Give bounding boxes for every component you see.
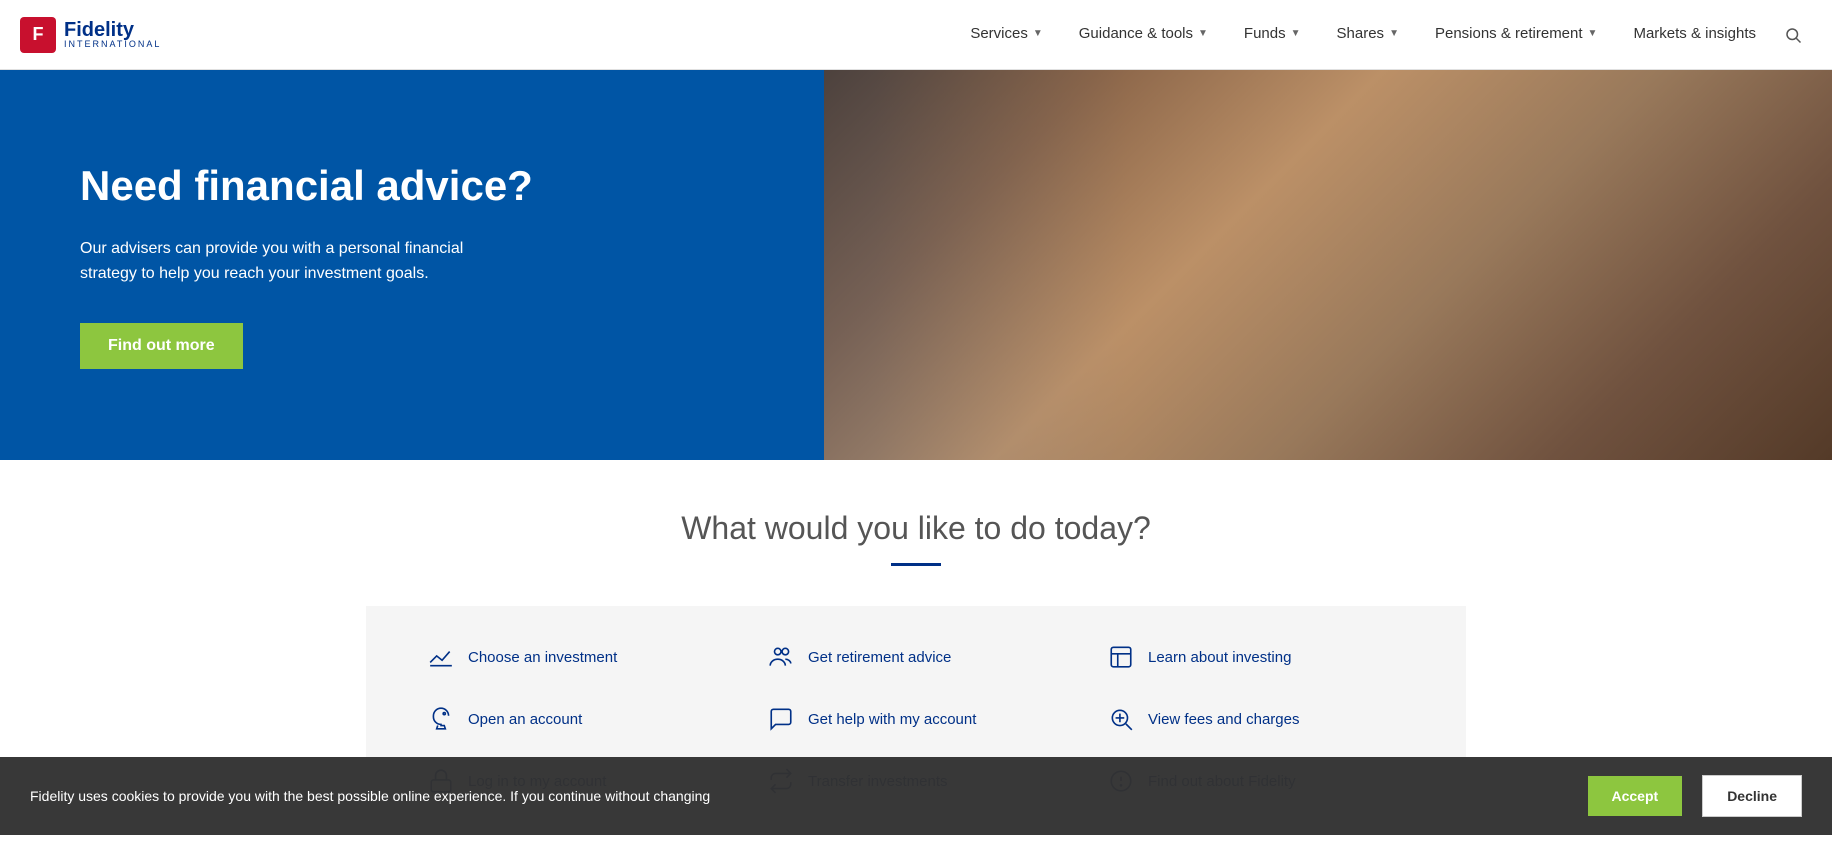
section-title: What would you like to do today? — [20, 510, 1812, 547]
action-item-get-help-account[interactable]: Get help with my account — [746, 688, 1086, 750]
nav-item-pensions[interactable]: Pensions & retirement ▼ — [1417, 0, 1615, 70]
action-item-learn-investing[interactable]: Learn about investing — [1086, 626, 1426, 688]
main-nav: Services▼Guidance & tools▼Funds▼Shares▼P… — [952, 0, 1774, 70]
logo-link[interactable]: F Fidelity INTERNATIONAL — [20, 17, 161, 53]
chevron-icon-services: ▼ — [1033, 28, 1043, 39]
piggy-icon — [426, 706, 456, 732]
cookie-banner: Fidelity uses cookies to provide you wit… — [0, 757, 1832, 835]
logo-icon: F — [20, 17, 56, 53]
cookie-text: Fidelity uses cookies to provide you wit… — [30, 786, 1568, 807]
action-label-open-account: Open an account — [468, 711, 582, 728]
magnify-icon — [1106, 706, 1136, 732]
nav-label-shares: Shares — [1337, 25, 1385, 42]
people-icon — [766, 644, 796, 670]
book-icon — [1106, 644, 1136, 670]
nav-item-services[interactable]: Services ▼ — [952, 0, 1060, 70]
action-label-view-fees: View fees and charges — [1148, 711, 1300, 728]
hero-description: Our advisers can provide you with a pers… — [80, 236, 500, 287]
nav-label-funds: Funds — [1244, 25, 1286, 42]
action-item-choose-investment[interactable]: Choose an investment — [406, 626, 746, 688]
cookie-accept-button[interactable]: Accept — [1588, 776, 1683, 816]
hero-title: Need financial advice? — [80, 161, 928, 211]
hero-content: Need financial advice? Our advisers can … — [0, 70, 1008, 460]
action-label-get-help-account: Get help with my account — [808, 711, 976, 728]
action-item-view-fees[interactable]: View fees and charges — [1086, 688, 1426, 750]
hero-cta-button[interactable]: Find out more — [80, 323, 243, 369]
logo-sub: INTERNATIONAL — [64, 40, 161, 49]
chart-icon — [426, 644, 456, 670]
action-label-learn-investing: Learn about investing — [1148, 649, 1291, 666]
logo-text: Fidelity INTERNATIONAL — [64, 20, 161, 49]
nav-label-guidance-tools: Guidance & tools — [1079, 25, 1193, 42]
action-item-get-retirement-advice[interactable]: Get retirement advice — [746, 626, 1086, 688]
action-item-open-account[interactable]: Open an account — [406, 688, 746, 750]
nav-item-guidance-tools[interactable]: Guidance & tools ▼ — [1061, 0, 1226, 70]
chat-icon — [766, 706, 796, 732]
nav-item-shares[interactable]: Shares ▼ — [1319, 0, 1417, 70]
chevron-icon-guidance-tools: ▼ — [1198, 28, 1208, 39]
header: F Fidelity INTERNATIONAL Services▼Guidan… — [0, 0, 1832, 70]
nav-item-markets[interactable]: Markets & insights — [1615, 0, 1774, 70]
nav-label-markets: Markets & insights — [1633, 25, 1756, 42]
search-button[interactable] — [1774, 0, 1812, 70]
cookie-decline-button[interactable]: Decline — [1702, 775, 1802, 817]
chevron-icon-funds: ▼ — [1291, 28, 1301, 39]
section-divider — [891, 563, 941, 566]
logo-name: Fidelity — [64, 20, 161, 40]
nav-label-services: Services — [970, 25, 1028, 42]
nav-item-funds[interactable]: Funds ▼ — [1226, 0, 1319, 70]
chevron-icon-shares: ▼ — [1389, 28, 1399, 39]
nav-label-pensions: Pensions & retirement — [1435, 25, 1583, 42]
chevron-icon-pensions: ▼ — [1588, 28, 1598, 39]
hero-banner: Need financial advice? Our advisers can … — [0, 70, 1832, 460]
action-label-get-retirement-advice: Get retirement advice — [808, 649, 951, 666]
action-label-choose-investment: Choose an investment — [468, 649, 617, 666]
